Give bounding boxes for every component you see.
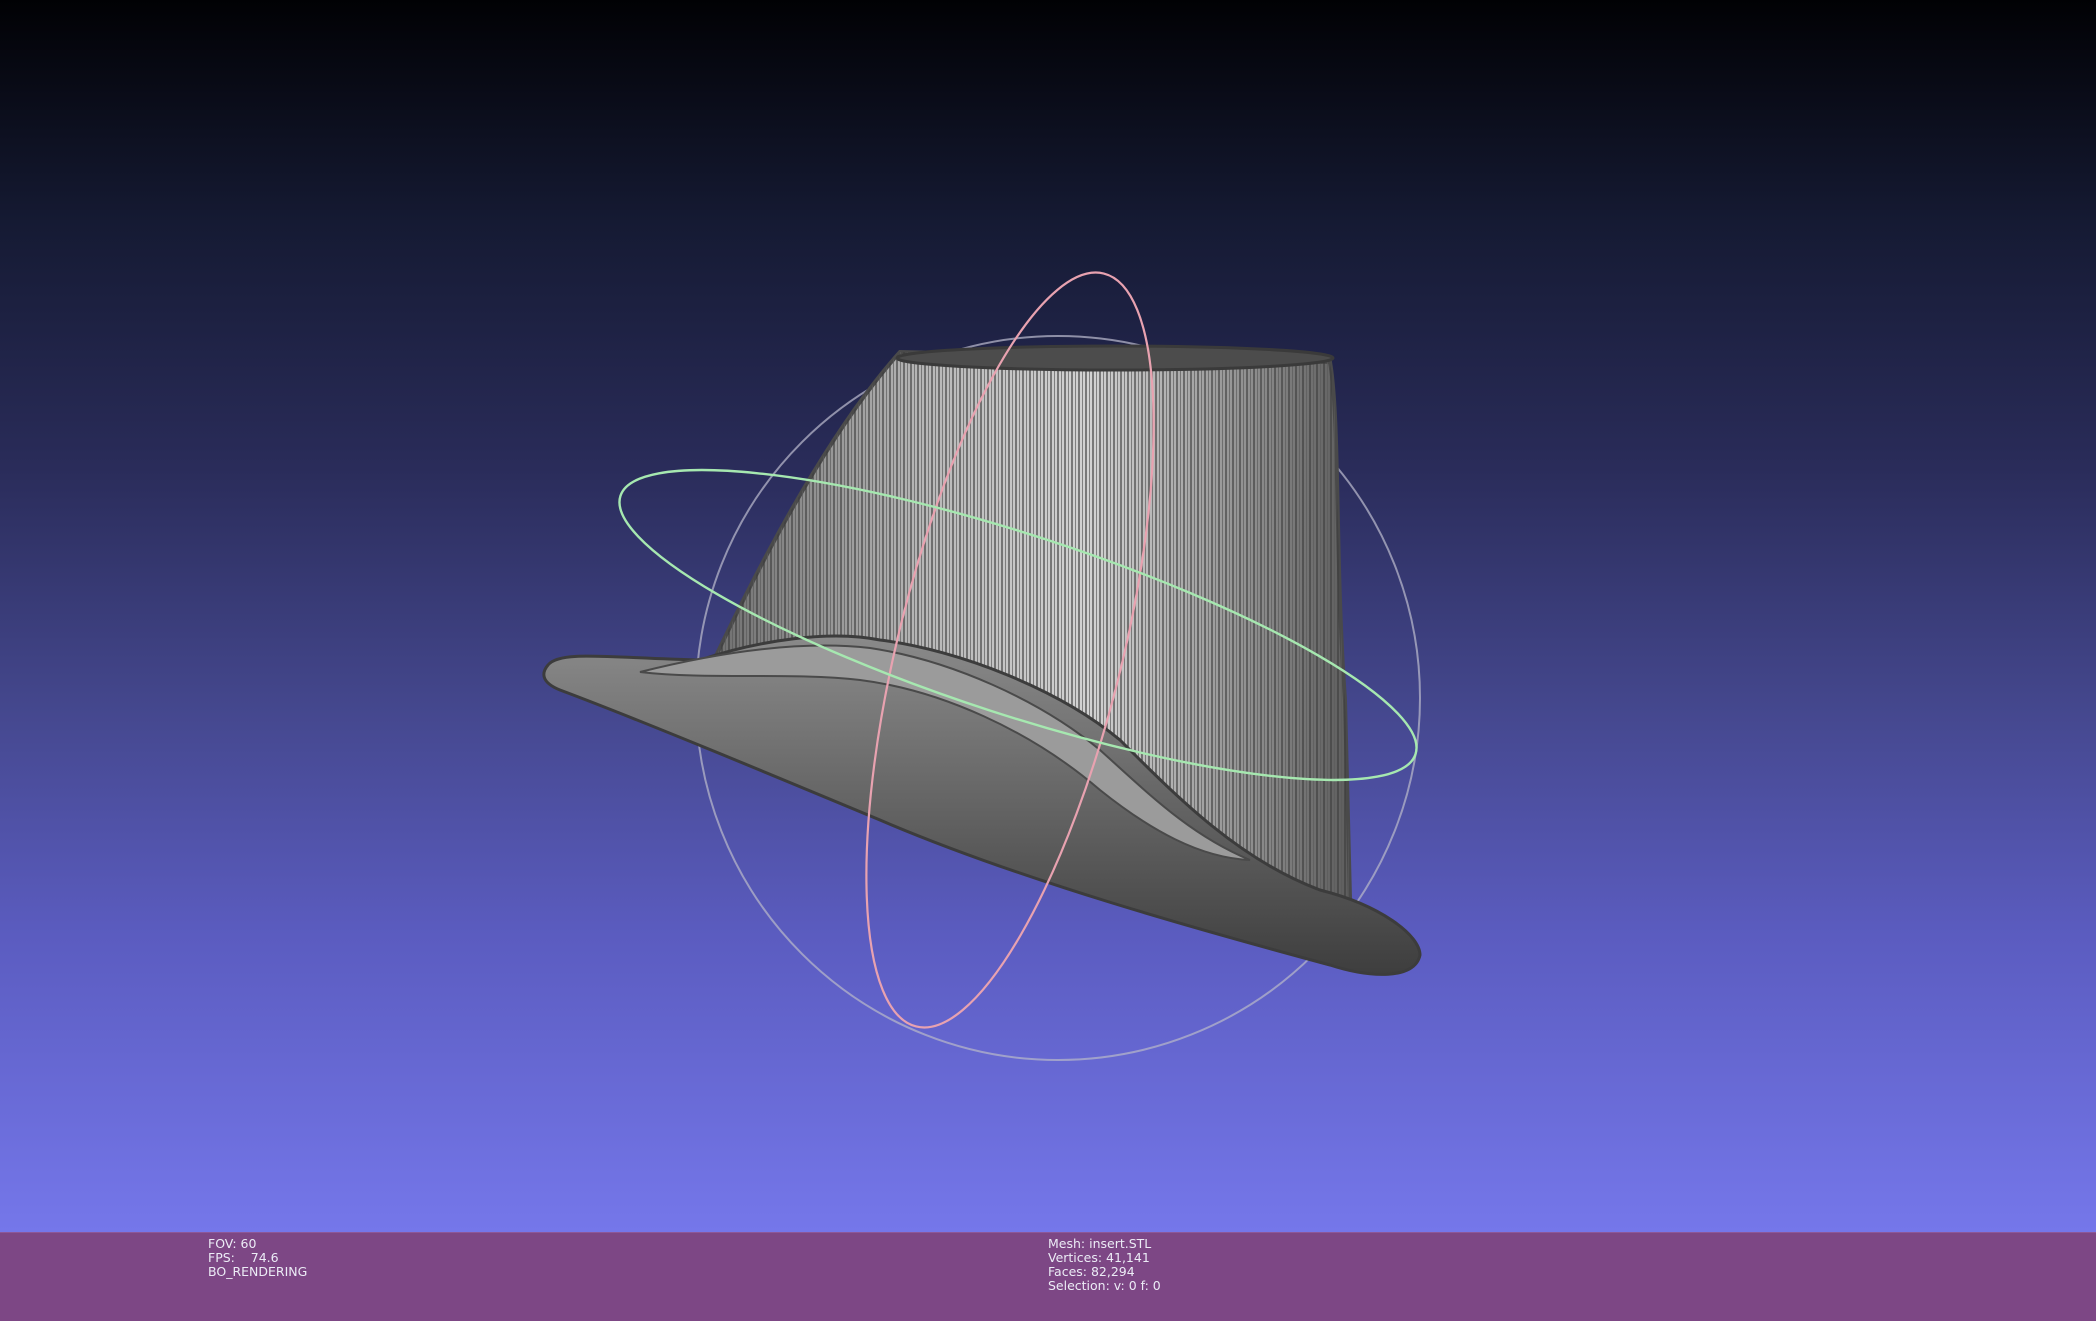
3d-scene[interactable]: [0, 0, 2096, 1232]
render-mode-label: BO_RENDERING: [208, 1264, 308, 1279]
mesh-model[interactable]: [542, 340, 1422, 976]
mesh-name-label: Mesh: insert.STL: [1048, 1236, 1152, 1251]
faces-label: Faces: 82,294: [1048, 1264, 1135, 1279]
info-bar: FOV: 60 FPS: 74.6 BO_RENDERING Mesh: ins…: [0, 1232, 2096, 1321]
fov-label: FOV: 60: [208, 1236, 257, 1251]
vertices-label: Vertices: 41,141: [1048, 1250, 1150, 1265]
mesh-top-cap: [895, 344, 1335, 372]
selection-label: Selection: v: 0 f: 0: [1048, 1278, 1161, 1293]
render-info: FOV: 60 FPS: 74.6 BO_RENDERING: [208, 1237, 307, 1279]
mesh-info: Mesh: insert.STL Vertices: 41,141 Faces:…: [1048, 1237, 1161, 1293]
fps-label: FPS: 74.6: [208, 1250, 279, 1265]
3d-viewport[interactable]: [0, 0, 2096, 1232]
